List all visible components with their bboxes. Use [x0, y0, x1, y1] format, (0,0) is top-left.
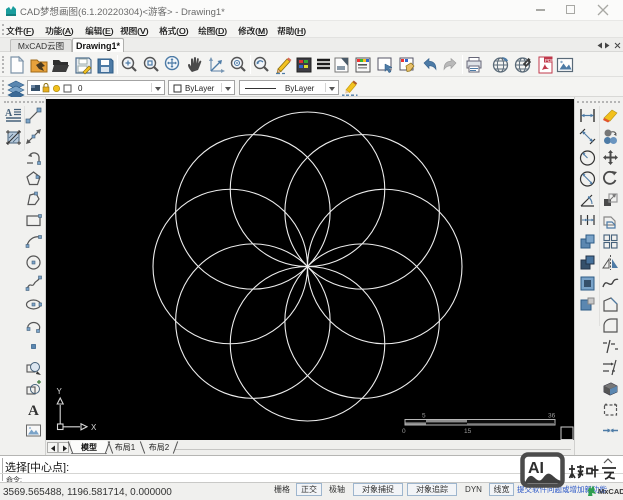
- svg-text:AI: AI: [528, 460, 544, 477]
- svg-text:PDF: PDF: [545, 58, 554, 63]
- svg-text:15: 15: [464, 428, 472, 435]
- svg-text:36: 36: [548, 413, 556, 420]
- svg-text:Y: Y: [57, 387, 63, 396]
- svg-text:5: 5: [422, 413, 426, 420]
- svg-text:0: 0: [402, 428, 406, 435]
- svg-text:X: X: [91, 423, 97, 432]
- svg-text:A: A: [28, 403, 39, 418]
